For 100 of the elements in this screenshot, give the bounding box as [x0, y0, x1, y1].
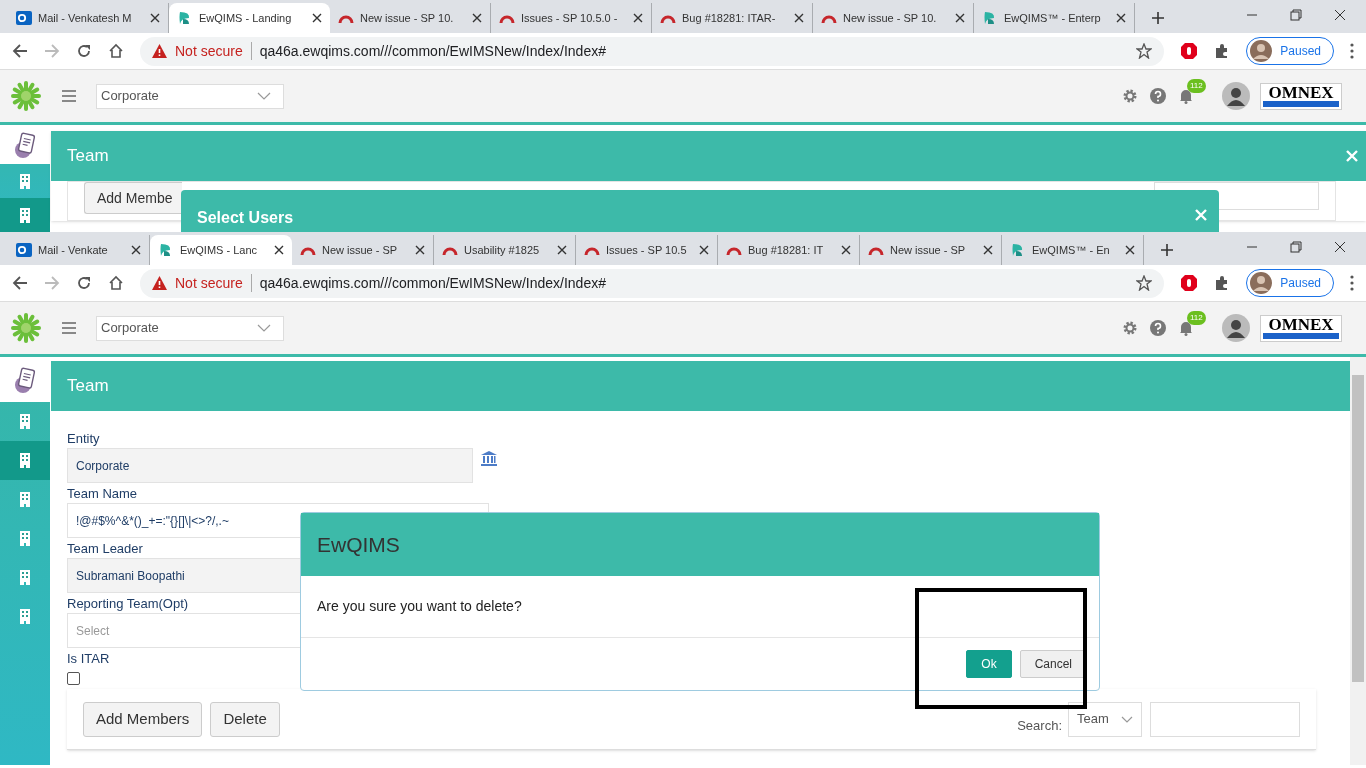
warning-icon	[152, 276, 167, 290]
home-icon[interactable]	[108, 43, 124, 59]
building-icon	[19, 207, 31, 223]
menu-icon[interactable]	[62, 90, 76, 102]
stop-sign-icon[interactable]	[1180, 42, 1199, 60]
warning-icon	[152, 44, 167, 58]
restore-icon[interactable]	[1290, 241, 1302, 253]
notification-badge: 112	[1187, 79, 1206, 93]
close-icon[interactable]	[150, 13, 160, 23]
browser-tab[interactable]: EwQIMS - Landing	[169, 3, 330, 33]
close-icon[interactable]	[557, 245, 567, 255]
building-icon	[19, 570, 31, 585]
reload-icon[interactable]	[76, 43, 92, 59]
mail-icon	[16, 10, 32, 26]
url-text: qa46a.ewqims.com///common/EwIMSNew/Index/Index#	[259, 273, 607, 293]
address-bar[interactable]: Not secure qa46a.ewqims.com///common/EwIMSNew/Index/Index#	[140, 36, 1165, 66]
home-icon[interactable]	[108, 275, 124, 291]
close-icon[interactable]	[1125, 245, 1135, 255]
user-avatar-icon[interactable]	[1222, 82, 1250, 110]
field-label: Team Name	[67, 485, 138, 503]
star-icon[interactable]	[1136, 43, 1153, 59]
help-icon[interactable]	[1150, 320, 1166, 336]
building-icon	[19, 173, 31, 189]
chevron-down-icon	[1121, 715, 1133, 723]
bell-icon[interactable]	[1178, 88, 1194, 104]
field-label: Team Leader	[67, 540, 143, 558]
close-icon[interactable]	[472, 13, 482, 23]
panel-title: Team	[67, 375, 109, 398]
sidebar-item[interactable]	[0, 357, 50, 402]
sidebar-item[interactable]	[0, 125, 50, 165]
building-icon	[19, 453, 31, 468]
close-icon[interactable]	[794, 13, 804, 23]
building-icon	[19, 492, 31, 507]
sidebar-item[interactable]	[0, 441, 50, 480]
close-icon[interactable]	[1116, 13, 1126, 23]
security-warning: Not secure	[175, 273, 243, 293]
help-icon[interactable]	[1150, 88, 1166, 104]
close-icon[interactable]	[274, 245, 284, 255]
menu-icon[interactable]	[1350, 275, 1354, 291]
chevron-down-icon	[257, 92, 271, 100]
search-label: Search:	[1017, 717, 1062, 736]
settings-icon[interactable]	[1122, 88, 1138, 104]
button[interactable]: Add Members	[83, 701, 203, 737]
checkbox[interactable]	[67, 672, 80, 685]
mail-icon	[16, 242, 32, 258]
scrollbar-thumb[interactable]	[1352, 375, 1364, 682]
button[interactable]: Delete	[210, 701, 280, 737]
browser-tab[interactable]: EwQIMS - Lanc	[150, 235, 292, 265]
entity-select[interactable]: Corporate	[96, 83, 284, 109]
field-label: Entity	[67, 430, 100, 448]
dialog-message: Are you sure you want to delete?	[317, 597, 522, 616]
document-icon	[13, 366, 37, 393]
address-bar[interactable]: Not secure qa46a.ewqims.com///common/EwIMSNew/Index/Index#	[140, 268, 1165, 298]
settings-icon[interactable]	[1122, 320, 1138, 336]
star-icon[interactable]	[1136, 275, 1153, 291]
entity-select[interactable]: Corporate	[96, 315, 284, 341]
sunburst-logo-icon	[10, 312, 42, 344]
building-icon	[19, 531, 31, 546]
search-field[interactable]	[1150, 701, 1300, 737]
menu-icon[interactable]	[62, 322, 76, 334]
panel-title: Team	[67, 145, 109, 168]
stop-sign-icon[interactable]	[1180, 274, 1199, 292]
menu-icon[interactable]	[1350, 43, 1354, 59]
url-text: qa46a.ewqims.com///common/EwIMSNew/Index/Index#	[259, 41, 607, 61]
close-icon[interactable]	[131, 245, 141, 255]
back-icon[interactable]	[12, 43, 28, 59]
avatar-icon	[1250, 40, 1273, 62]
avatar-icon	[1250, 272, 1273, 294]
sidebar-item[interactable]	[0, 198, 50, 232]
notification-badge: 112	[1187, 311, 1206, 325]
dialog-title: Select Users	[197, 208, 294, 228]
new-tab-icon[interactable]	[1151, 11, 1165, 25]
close-icon[interactable]	[1334, 241, 1346, 253]
building-icon	[19, 609, 31, 624]
chevron-down-icon	[257, 324, 271, 332]
close-icon[interactable]	[841, 245, 851, 255]
close-icon[interactable]	[983, 245, 993, 255]
close-icon[interactable]	[955, 13, 965, 23]
scrollbar[interactable]	[1350, 357, 1366, 765]
close-icon[interactable]	[699, 245, 709, 255]
building-icon	[19, 414, 31, 429]
field-label: Is ITAR	[67, 650, 110, 668]
reload-icon[interactable]	[76, 275, 92, 291]
close-icon[interactable]	[415, 245, 425, 255]
filter-select[interactable]: Team	[1068, 701, 1142, 737]
user-avatar-icon[interactable]	[1222, 314, 1250, 342]
close-icon[interactable]	[633, 13, 643, 23]
back-icon[interactable]	[12, 275, 28, 291]
bank-icon[interactable]	[481, 451, 497, 466]
document-icon	[13, 131, 37, 158]
restore-icon[interactable]	[1290, 9, 1302, 21]
new-tab-icon[interactable]	[1160, 243, 1174, 257]
button[interactable]: Add Membe	[84, 182, 182, 214]
input-field[interactable]: Corporate	[67, 448, 473, 483]
sunburst-logo-icon	[10, 80, 42, 112]
company-logo: OMNEX	[1260, 314, 1342, 342]
close-icon[interactable]	[312, 13, 322, 23]
bell-icon[interactable]	[1178, 320, 1194, 336]
security-warning: Not secure	[175, 41, 243, 61]
close-icon[interactable]	[1334, 9, 1346, 21]
